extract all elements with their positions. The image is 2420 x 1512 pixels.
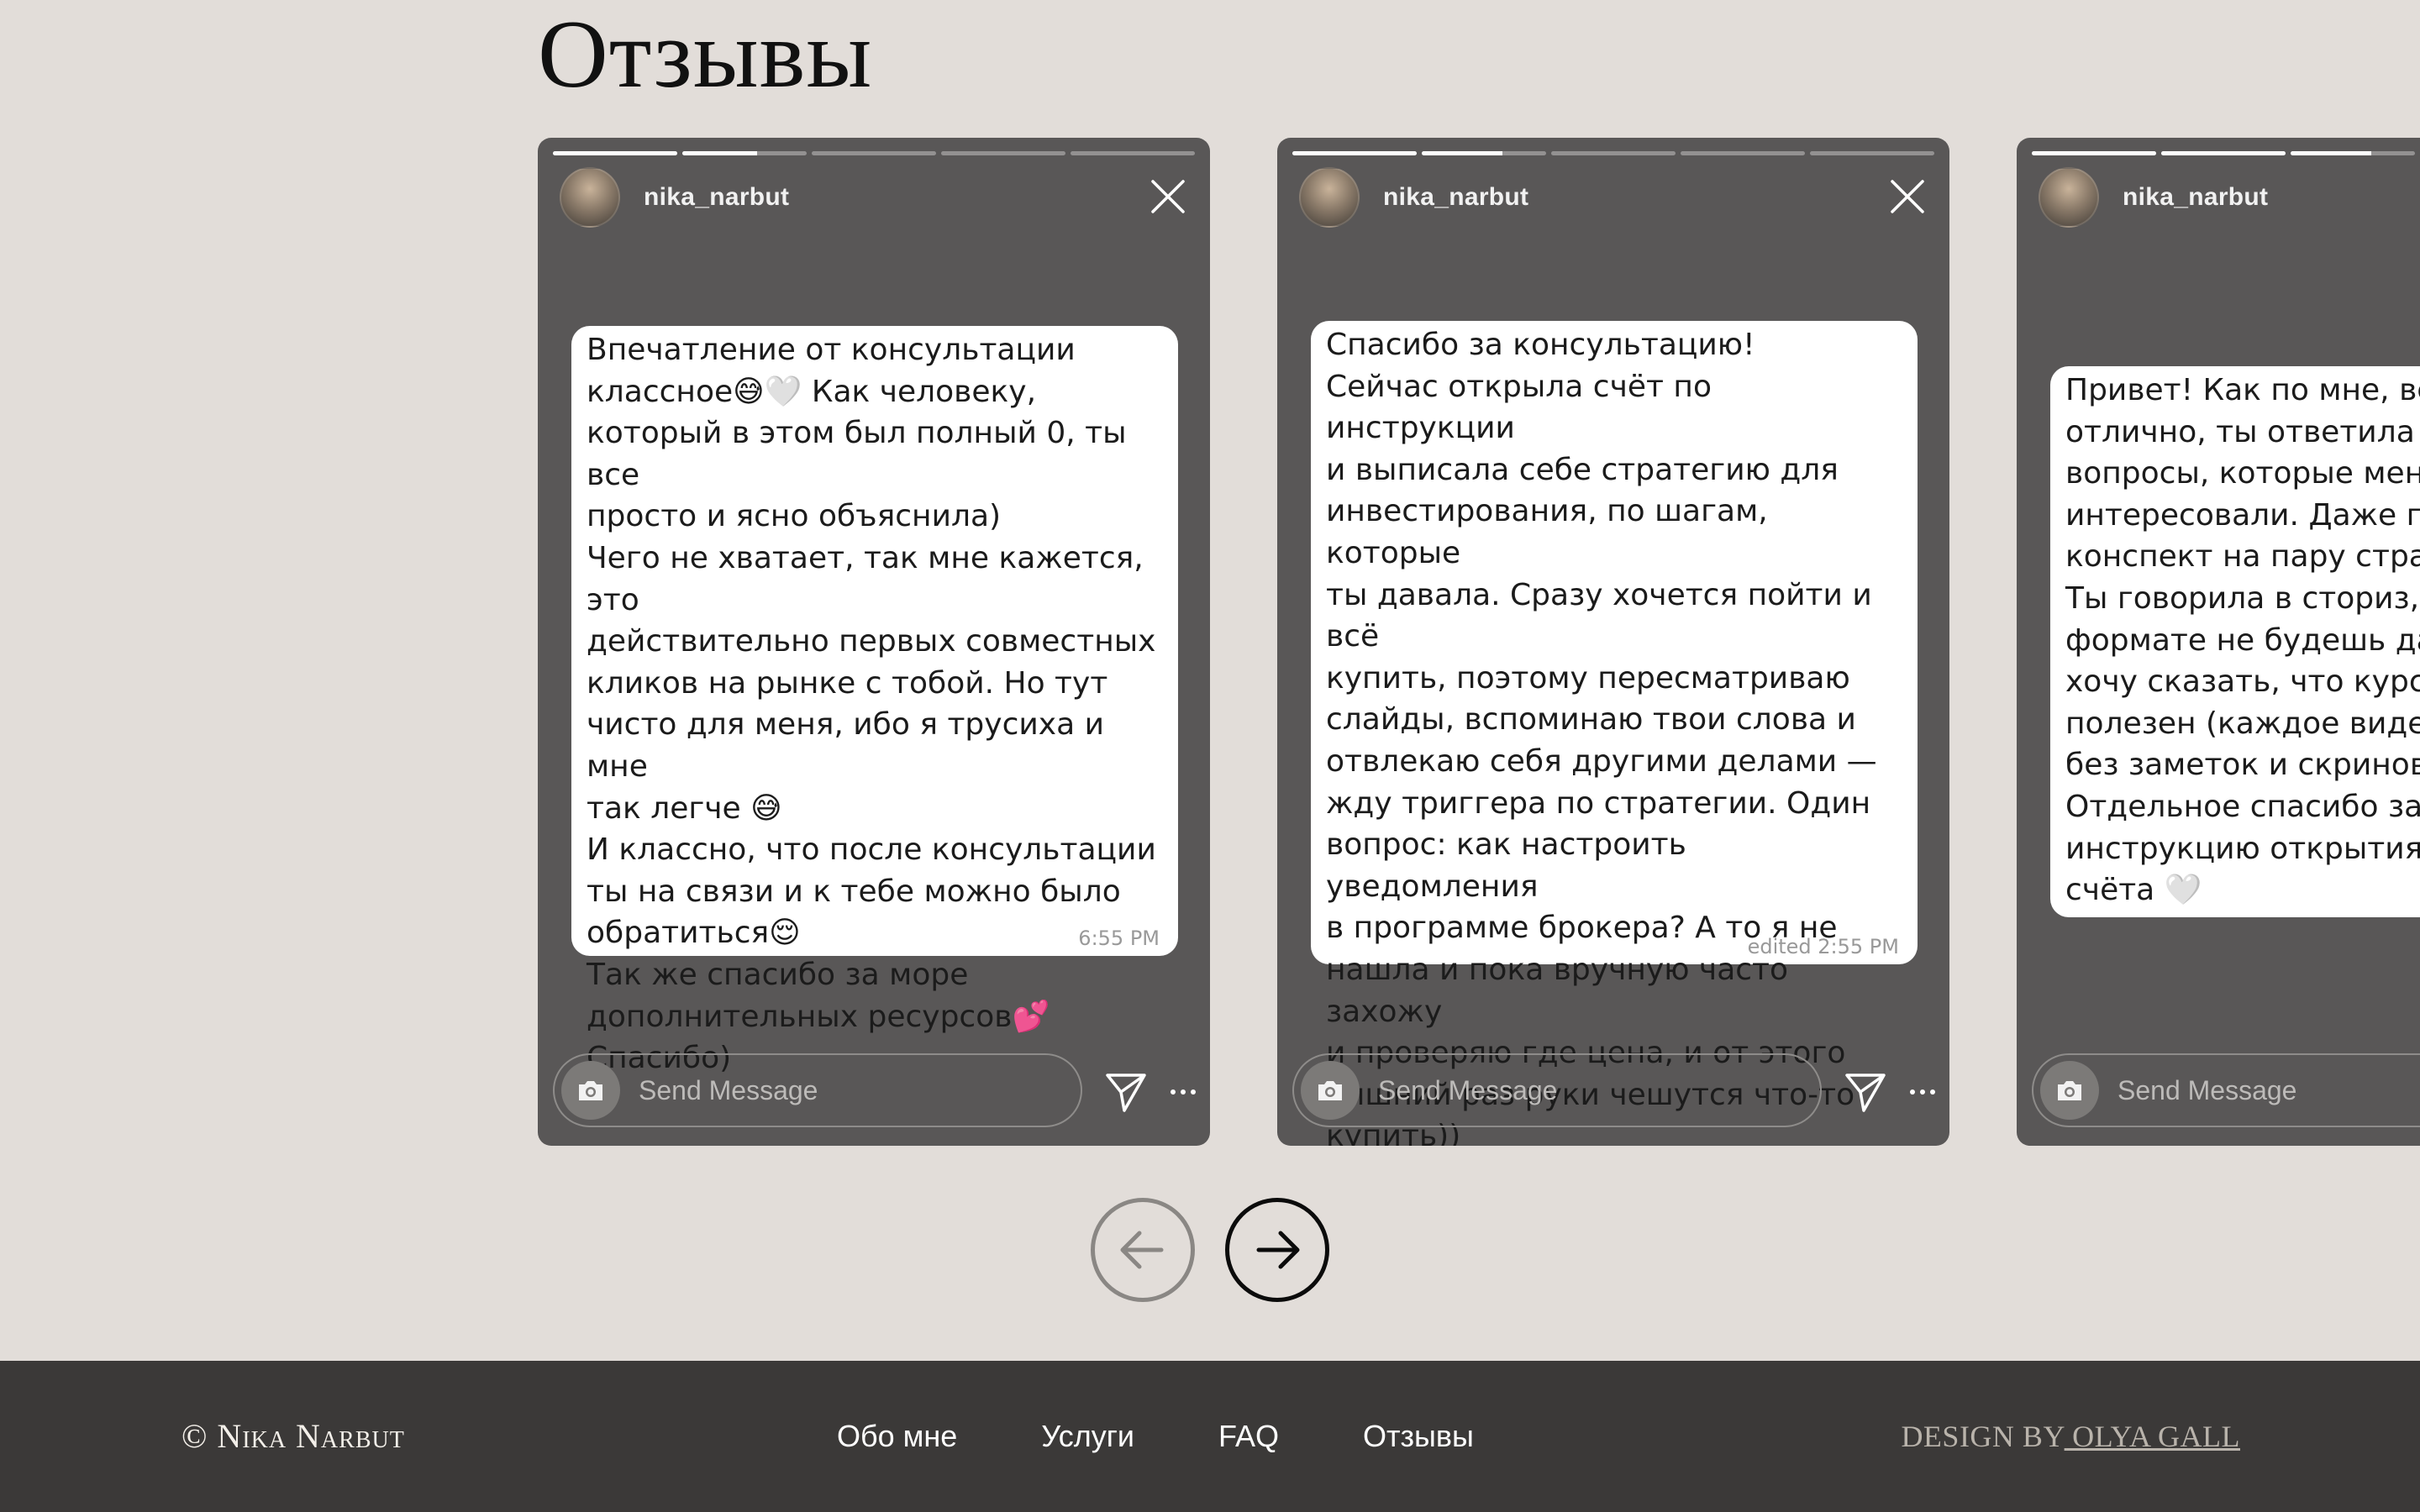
story-username[interactable]: nika_narbut <box>1383 183 1528 212</box>
avatar[interactable] <box>2039 167 2099 228</box>
message-time: 6:55 PM <box>1078 927 1160 950</box>
story-progress <box>1292 151 1934 155</box>
send-message-box[interactable] <box>553 1053 1082 1127</box>
story-card: nika_narbut Впечатление от консультации … <box>538 138 1210 1146</box>
close-icon[interactable] <box>1146 175 1190 218</box>
avatar[interactable] <box>560 167 620 228</box>
designer-link[interactable]: OLYA GALL <box>2065 1420 2240 1453</box>
send-message-box[interactable] <box>2032 1053 2420 1127</box>
credit-prefix: DESIGN BY <box>1901 1420 2065 1453</box>
story-username[interactable]: nika_narbut <box>2123 183 2268 212</box>
carousel-prev-button[interactable] <box>1091 1198 1195 1302</box>
design-credit: DESIGN BY OLYA GALL <box>1901 1361 2240 1512</box>
send-message-input[interactable] <box>637 1074 1044 1107</box>
more-icon[interactable] <box>1907 1077 1938 1107</box>
footer-link-reviews[interactable]: Отзывы <box>1363 1419 1474 1454</box>
send-message-input[interactable] <box>1376 1074 1783 1107</box>
send-icon[interactable] <box>1844 1070 1887 1114</box>
footer-link-faq[interactable]: FAQ <box>1218 1419 1279 1454</box>
footer-copyright: © Nika Narbut <box>182 1417 405 1455</box>
camera-icon <box>2058 1081 2081 1100</box>
review-message: Привет! Как по мне, всё отлично, ты отве… <box>2050 366 2420 917</box>
story-header: nika_narbut <box>560 165 789 230</box>
story-header: nika_narbut <box>2039 165 2268 230</box>
camera-button[interactable] <box>2040 1061 2099 1120</box>
camera-button[interactable] <box>561 1061 620 1120</box>
story-progress <box>2032 151 2420 155</box>
send-message-input[interactable] <box>2116 1074 2420 1107</box>
review-text: Привет! Как по мне, всё отлично, ты отве… <box>2065 373 2420 908</box>
message-time: edited 2:55 PM <box>1747 935 1899 958</box>
more-icon[interactable] <box>1168 1077 1198 1107</box>
review-text: Впечатление от консультации классное😅🤍 К… <box>587 333 1156 1076</box>
send-message-box[interactable] <box>1292 1053 1822 1127</box>
story-footer <box>1292 1053 1935 1131</box>
camera-icon <box>579 1081 602 1100</box>
review-message: Впечатление от консультации классное😅🤍 К… <box>571 326 1178 1075</box>
story-card: nika_narbut Спасибо за консультацию! Сей… <box>1277 138 1949 1146</box>
camera-icon <box>1318 1081 1342 1100</box>
site-footer: © Nika Narbut Обо мне Услуги FAQ Отзывы … <box>0 1361 2420 1512</box>
review-text: Спасибо за консультацию! Сейчас открыла … <box>1326 328 1877 1146</box>
footer-link-about[interactable]: Обо мне <box>837 1419 957 1454</box>
footer-nav: Обо мне Услуги FAQ Отзывы <box>837 1361 1558 1512</box>
send-icon[interactable] <box>1104 1070 1148 1114</box>
story-progress <box>553 151 1195 155</box>
avatar[interactable] <box>1299 167 1360 228</box>
story-footer <box>2032 1053 2420 1131</box>
camera-button[interactable] <box>1301 1061 1360 1120</box>
story-username[interactable]: nika_narbut <box>644 183 789 212</box>
review-message: Спасибо за консультацию! Сейчас открыла … <box>1311 321 1918 1146</box>
story-header: nika_narbut <box>1299 165 1528 230</box>
arrow-right-icon <box>1256 1231 1300 1269</box>
arrow-left-icon <box>1120 1231 1164 1269</box>
reviews-carousel[interactable]: nika_narbut Впечатление от консультации … <box>0 0 2420 1176</box>
footer-link-services[interactable]: Услуги <box>1041 1419 1134 1454</box>
story-footer <box>553 1053 1198 1131</box>
close-icon[interactable] <box>1886 175 1929 218</box>
story-card: nika_narbut Привет! Как по мне, всё отли… <box>2017 138 2420 1146</box>
carousel-next-button[interactable] <box>1225 1198 1329 1302</box>
